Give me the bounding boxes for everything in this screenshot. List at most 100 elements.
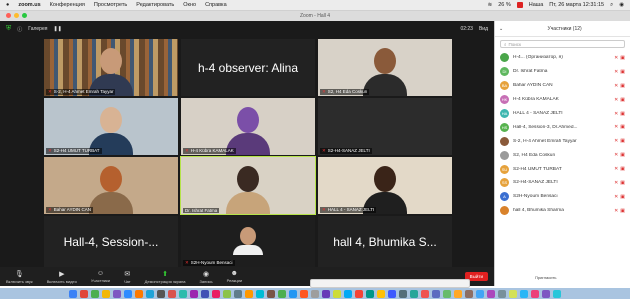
dock-app-icon[interactable] [553, 289, 561, 298]
view-button[interactable]: Вид [479, 26, 488, 32]
dock-app-icon[interactable] [113, 289, 121, 298]
share-screen-button[interactable]: ⬆ Демонстрация экрана [145, 270, 186, 284]
dock-app-icon[interactable] [432, 289, 440, 298]
battery-level[interactable]: 26 % [498, 2, 511, 8]
video-tile[interactable]: ✕ S2, H4 Eda Coskun [318, 39, 452, 96]
dock-app-icon[interactable] [388, 289, 396, 298]
video-tile[interactable]: ✕ H-4 Kübra KAMALAK [181, 98, 315, 155]
dock-app-icon[interactable] [245, 289, 253, 298]
video-tile[interactable]: ✕ S2-H4 UMUT TURBAT [44, 98, 178, 155]
participant-row[interactable]: HA HALL 4 - SANAZ JELTI ✕ ▣ [495, 107, 630, 121]
dock-app-icon[interactable] [542, 289, 550, 298]
participant-row[interactable]: SS S2-H4-SANAZ JELTI ✕ ▣ [495, 176, 630, 190]
dock-app-icon[interactable] [322, 289, 330, 298]
dock-app-icon[interactable] [201, 289, 209, 298]
apple-icon[interactable]: ● [6, 2, 9, 8]
dock-app-icon[interactable] [520, 289, 528, 298]
dock-app-icon[interactable] [278, 289, 286, 298]
zoom-window-icon[interactable] [22, 13, 27, 18]
layout-label[interactable]: Галерея [28, 26, 47, 32]
participant-row[interactable]: H-4... (Организатор, я) ✕ ▣ [495, 51, 630, 65]
video-tile[interactable]: ✕ S2-H4-SANAZ JELTI [318, 98, 452, 155]
reactions-button[interactable]: ☻ Реакции [227, 270, 242, 283]
dock-app-icon[interactable] [498, 289, 506, 298]
dock-app-icon[interactable] [476, 289, 484, 298]
dock-app-icon[interactable] [366, 289, 374, 298]
dock-app-icon[interactable] [509, 289, 517, 298]
dock-app-icon[interactable] [454, 289, 462, 298]
dock-app-icon[interactable] [421, 289, 429, 298]
record-button[interactable]: ◉ Запись [200, 270, 213, 284]
participant-row[interactable]: S-2, H-4 Ahmet Emrah Tayyar ✕ ▣ [495, 134, 630, 148]
participant-name: S2, H4 Eda Coskun [513, 152, 556, 158]
dock-app-icon[interactable] [124, 289, 132, 298]
participant-row[interactable]: S2, H4 Eda Coskun ✕ ▣ [495, 148, 630, 162]
dock-app-icon[interactable] [135, 289, 143, 298]
dock-app-icon[interactable] [102, 289, 110, 298]
participants-button[interactable]: ☺ Участники [91, 270, 110, 283]
unmute-button[interactable]: 🎙 Включить звук [6, 270, 33, 284]
chat-button[interactable]: ✉ Чат [124, 270, 131, 284]
dock-app-icon[interactable] [443, 289, 451, 298]
participant-row[interactable]: DI Dr. Ishrat Fatma ✕ ▣ [495, 65, 630, 79]
menu-window[interactable]: Окно [183, 2, 196, 8]
app-menu[interactable]: zoom.us [18, 2, 40, 8]
video-tile[interactable]: ✕ HALL 4 - SANAZ JELTI [318, 157, 452, 214]
dock-app-icon[interactable] [289, 289, 297, 298]
dock-app-icon[interactable] [487, 289, 495, 298]
menu-edit[interactable]: Редактировать [136, 2, 174, 8]
dock-app-icon[interactable] [377, 289, 385, 298]
control-center-icon[interactable]: ◉ [619, 2, 624, 8]
dock-app-icon[interactable] [69, 289, 77, 298]
menu-view[interactable]: Просмотреть [94, 2, 127, 8]
dock-app-icon[interactable] [256, 289, 264, 298]
dock-app-icon[interactable] [212, 289, 220, 298]
dock-app-icon[interactable] [146, 289, 154, 298]
dock-app-icon[interactable] [80, 289, 88, 298]
dock-app-icon[interactable] [355, 289, 363, 298]
notification-popup[interactable] [310, 279, 470, 288]
pause-icon[interactable]: ❚❚ [53, 26, 61, 32]
dock-app-icon[interactable] [190, 289, 198, 298]
dock-app-icon[interactable] [168, 289, 176, 298]
video-tile[interactable]: ✕ S2H-Nyoum Bensaci [181, 216, 315, 267]
video-tile[interactable]: Hall-4, Session-... [44, 216, 178, 267]
menu-help[interactable]: Справка [205, 2, 227, 8]
dock-app-icon[interactable] [333, 289, 341, 298]
participant-row[interactable]: HK H-4 Kübra KAMALAK ✕ ▣ [495, 93, 630, 107]
clock[interactable]: Пт, 26 марта 12:31:15 [549, 2, 604, 8]
video-tile[interactable]: ✕ S-2, H-4 Ahmet Emrah Tayyar [44, 39, 178, 96]
participant-row[interactable]: BA Bahar AYDIN CAN ✕ ▣ [495, 79, 630, 93]
participant-row[interactable]: hall 4, Bhumika Sharma ✕ ▣ [495, 204, 630, 218]
video-tile[interactable]: h-4 observer: Alina [181, 39, 315, 96]
start-video-button[interactable]: ▶ Включить видео [47, 270, 77, 284]
dock-app-icon[interactable] [223, 289, 231, 298]
video-tile[interactable]: hall 4, Bhumika S... [318, 216, 452, 267]
dock-app-icon[interactable] [157, 289, 165, 298]
invite-button[interactable]: Пригласить [535, 275, 556, 280]
dock-app-icon[interactable] [399, 289, 407, 298]
video-tile[interactable]: ✕ Bahar AYDIN CAN [44, 157, 178, 214]
minimize-window-icon[interactable] [14, 13, 19, 18]
security-shield-icon[interactable]: ⛨ [6, 25, 11, 33]
dock-app-icon[interactable] [465, 289, 473, 298]
dock-app-icon[interactable] [267, 289, 275, 298]
video-tile-active-speaker[interactable]: Dr. Ishrat Fatma [180, 156, 316, 215]
dock-app-icon[interactable] [91, 289, 99, 298]
participant-row[interactable]: A S2H-Nyoum Bensaci ✕ ▣ [495, 190, 630, 204]
search-icon[interactable]: ⌕ [610, 2, 613, 9]
dock-app-icon[interactable] [410, 289, 418, 298]
dock-app-icon[interactable] [300, 289, 308, 298]
participant-row[interactable]: HS Hall-4, Session-3, Dr.Ahmed... ✕ ▣ [495, 120, 630, 134]
info-icon[interactable]: ⓘ [17, 26, 22, 33]
wifi-icon[interactable]: ≋ [488, 2, 493, 8]
close-window-icon[interactable] [6, 13, 11, 18]
participant-row[interactable]: SU S2-H4 UMUT TURBAT ✕ ▣ [495, 162, 630, 176]
dock-app-icon[interactable] [531, 289, 539, 298]
participant-search-input[interactable]: ⌕ Поиск [500, 40, 625, 48]
dock-app-icon[interactable] [179, 289, 187, 298]
dock-app-icon[interactable] [344, 289, 352, 298]
menu-meeting[interactable]: Конференция [50, 2, 85, 8]
dock-app-icon[interactable] [234, 289, 242, 298]
dock-app-icon[interactable] [311, 289, 319, 298]
